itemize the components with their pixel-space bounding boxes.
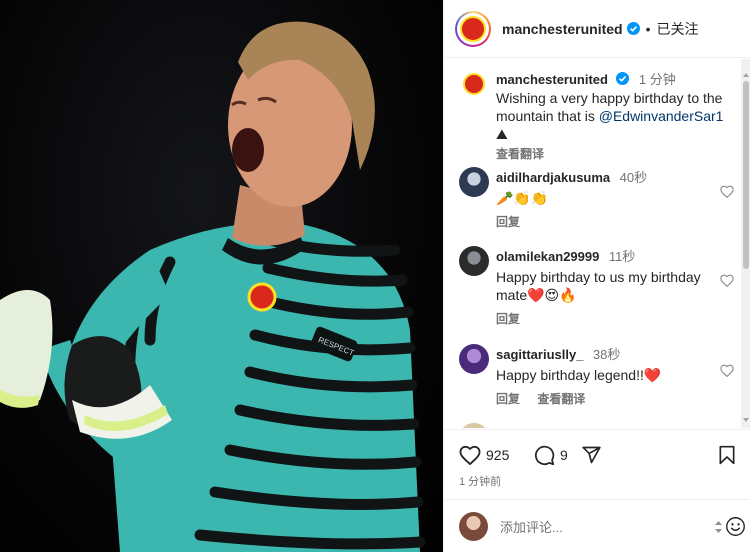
commenter-avatar[interactable] xyxy=(459,344,489,374)
author-username[interactable]: manchesterunited xyxy=(502,21,623,37)
commenter-avatar[interactable] xyxy=(459,246,489,276)
caption-emoji: ⛰ xyxy=(496,126,508,142)
comment-text: 🥕👏👏 xyxy=(496,190,549,206)
comments-list: manchesterunited 1 分钟 Wishing a very hap… xyxy=(444,59,740,428)
save-action xyxy=(718,444,736,466)
comments-scrollbar[interactable] xyxy=(741,59,750,428)
like-comment-heart-icon[interactable] xyxy=(720,274,734,287)
share-action xyxy=(581,444,602,466)
club-crest-icon xyxy=(460,15,486,42)
like-comment-heart-icon[interactable] xyxy=(720,364,734,377)
likes-count[interactable]: 925 xyxy=(486,447,509,463)
author-avatar[interactable] xyxy=(455,10,491,47)
comment-username[interactable]: aidilhardjakusuma xyxy=(496,170,610,185)
reply-button[interactable]: 回复 xyxy=(496,312,520,326)
mention-link[interactable]: @EdwinvanderSar1 xyxy=(599,108,724,124)
comment-username[interactable]: manchesterunited xyxy=(496,72,608,87)
sort-arrows-icon[interactable] xyxy=(714,520,723,534)
comment-action: 9 xyxy=(534,444,568,466)
comment-time: 38秒 xyxy=(592,347,621,362)
comment-icon[interactable] xyxy=(534,445,555,466)
comment-composer xyxy=(444,499,750,552)
verified-badge-icon xyxy=(626,22,640,35)
caption-text: Wishing a very happy birthday to the mou… xyxy=(496,90,724,124)
club-crest-icon xyxy=(463,73,485,95)
post-header: manchesterunited • 已关注 xyxy=(444,0,750,58)
reply-button[interactable]: 回复 xyxy=(496,215,520,229)
goalkeeper-photo-illustration: RESPECT xyxy=(0,21,426,552)
follow-status-button[interactable]: 已关注 xyxy=(657,19,699,39)
post-side-panel: manchesterunited • 已关注 manchesterunited xyxy=(443,0,750,552)
commenter-avatar[interactable] xyxy=(459,167,489,197)
comments-count[interactable]: 9 xyxy=(560,447,568,463)
heart-icon[interactable] xyxy=(459,445,481,465)
commenter-avatar[interactable] xyxy=(459,423,489,428)
reply-button[interactable]: 回复 xyxy=(496,392,520,406)
add-comment-input[interactable] xyxy=(500,517,670,537)
post-timestamp: 1 分钟前 xyxy=(459,476,502,488)
like-comment-heart-icon[interactable] xyxy=(720,185,734,198)
comment-username[interactable]: sagittariuslly_ xyxy=(496,347,583,362)
comment-time: 40秒 xyxy=(619,170,648,185)
scroll-up-arrow-icon[interactable] xyxy=(743,73,749,77)
scroll-down-arrow-icon[interactable] xyxy=(743,418,749,422)
my-avatar[interactable] xyxy=(459,512,488,541)
separator-dot: • xyxy=(645,20,651,37)
scrollbar-thumb[interactable] xyxy=(743,81,749,269)
see-translation-link[interactable]: 查看翻译 xyxy=(496,147,544,161)
comment-text: Happy birthday to us my birthday mate❤️😍… xyxy=(496,269,701,303)
post-photo[interactable]: RESPECT xyxy=(0,0,443,552)
post-actions-bar: 925 9 1 分钟前 xyxy=(444,429,750,499)
comment-time: 11秒 xyxy=(608,249,636,264)
comment-username[interactable]: olamilekan29999 xyxy=(496,249,599,264)
share-icon[interactable] xyxy=(581,445,602,465)
comment-text: Happy birthday legend!!❤️ xyxy=(496,367,662,383)
bookmark-icon[interactable] xyxy=(718,445,736,465)
caption-avatar[interactable] xyxy=(459,69,489,99)
verified-badge-icon xyxy=(616,72,630,85)
comment-time: 1 分钟 xyxy=(638,72,676,87)
smiley-icon[interactable] xyxy=(725,516,746,537)
like-action: 925 xyxy=(459,444,509,466)
instagram-post-window: RESPECT manchesterunited • 已关注 mancheste… xyxy=(0,0,750,552)
see-translation-link[interactable]: 查看翻译 xyxy=(537,392,585,406)
